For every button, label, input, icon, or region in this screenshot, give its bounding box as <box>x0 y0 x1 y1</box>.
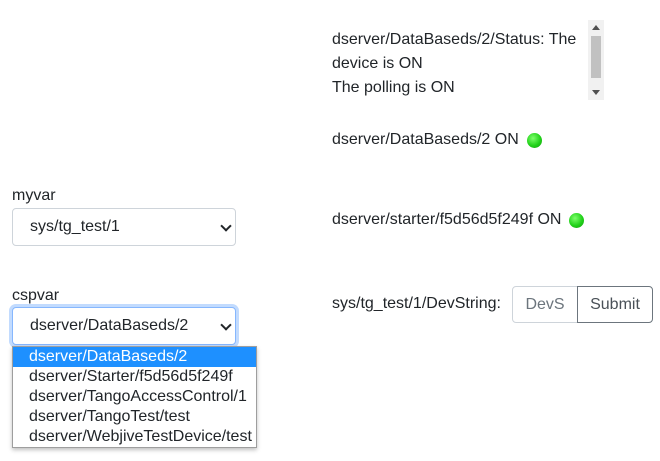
device-status-databaseds: dserver/DataBaseds/2 ON <box>332 128 542 152</box>
myvar-label: myvar <box>12 187 56 204</box>
dropdown-option[interactable]: dserver/DataBaseds/2 <box>13 347 256 367</box>
myvar-select-value: sys/tg_test/1 <box>30 218 120 235</box>
dropdown-option[interactable]: dserver/TangoAccessControl/1 <box>13 387 256 407</box>
dropdown-option[interactable]: dserver/WebjiveTestDevice/test <box>13 427 256 447</box>
chevron-down-icon <box>220 220 232 232</box>
scroll-up-arrow-icon[interactable] <box>592 25 600 30</box>
scroll-down-arrow-icon[interactable] <box>592 90 600 95</box>
status-panel: dserver/DataBaseds/2/Status: The device … <box>332 20 604 100</box>
status-line: dserver/DataBaseds/2/Status: The device … <box>332 31 577 72</box>
cspvar-dropdown-list: dserver/DataBaseds/2 dserver/Starter/f5d… <box>12 346 257 448</box>
command-label: sys/tg_test/1/DevString: <box>332 295 501 312</box>
command-input-group: DevS Submit <box>512 286 653 323</box>
cspvar-select-value: dserver/DataBaseds/2 <box>30 317 189 334</box>
status-scrollbar[interactable] <box>588 20 604 100</box>
device-name: dserver/DataBaseds/2 <box>332 131 491 148</box>
dropdown-option[interactable]: dserver/Starter/f5d56d5f249f <box>13 367 256 387</box>
cspvar-label: cspvar <box>12 287 60 304</box>
status-led-icon <box>526 132 542 148</box>
device-state: ON <box>494 131 519 148</box>
status-led-icon <box>569 212 585 228</box>
myvar-select[interactable]: sys/tg_test/1 <box>12 208 236 246</box>
scroll-thumb[interactable] <box>591 36 601 78</box>
submit-button[interactable]: Submit <box>577 286 653 323</box>
cspvar-select[interactable]: dserver/DataBaseds/2 <box>12 307 236 345</box>
status-line: The polling is ON <box>332 79 455 96</box>
status-text: dserver/DataBaseds/2/Status: The device … <box>332 28 584 100</box>
command-argument-input[interactable]: DevS <box>512 286 578 323</box>
chevron-down-icon <box>220 319 232 331</box>
device-status-starter: dserver/starter/f5d56d5f249f ON <box>332 208 585 232</box>
device-name: dserver/starter/f5d56d5f249f <box>332 211 534 228</box>
dropdown-option[interactable]: dserver/TangoTest/test <box>13 407 256 427</box>
device-state: ON <box>537 211 562 228</box>
